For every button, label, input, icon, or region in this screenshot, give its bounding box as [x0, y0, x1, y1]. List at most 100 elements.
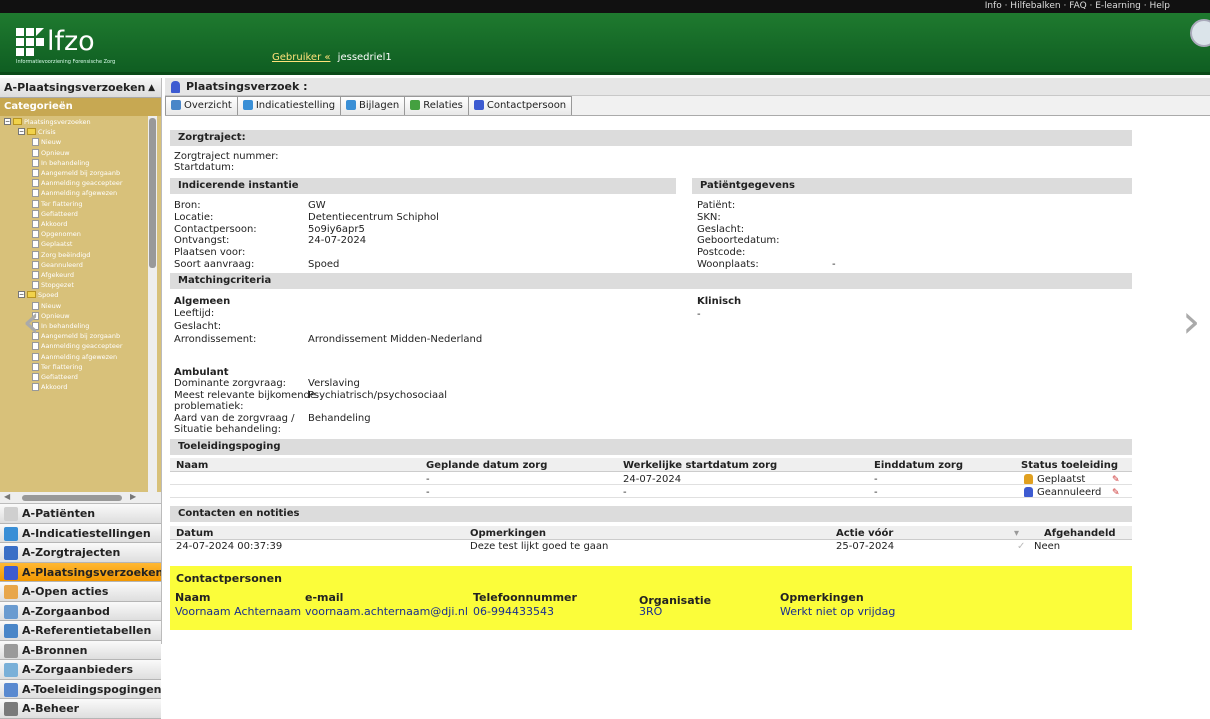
scroll-right-icon[interactable]: ▶: [130, 492, 136, 501]
startdatum-label: Startdatum:: [174, 162, 235, 173]
nav-item[interactable]: A-Toeleidingspogingen: [0, 679, 161, 699]
tree-node[interactable]: Akkoord: [32, 220, 67, 228]
nav-item[interactable]: A-Zorgtrajecten: [0, 543, 161, 563]
table-row[interactable]: [170, 485, 1132, 498]
expand-icon[interactable]: −: [4, 118, 11, 125]
tree-node[interactable]: Ter fiattering: [32, 199, 83, 208]
tree-node[interactable]: Stopgezet: [32, 281, 74, 290]
column-header: Telefoonnummer: [473, 591, 577, 604]
tree-horizontal-scrollbar[interactable]: ◀ ▶: [0, 492, 161, 504]
document-icon: [32, 373, 39, 381]
nav-item[interactable]: A-Plaatsingsverzoeken: [0, 562, 161, 582]
tree-node[interactable]: Aangemeld bij zorgaanb: [32, 332, 121, 341]
table-cell[interactable]: Voornaam Achternaam: [175, 605, 301, 618]
tree-node[interactable]: Aanmelding geaccepteer: [32, 342, 123, 351]
nav-item[interactable]: A-Indicatiestellingen: [0, 523, 161, 543]
column-header: Actie vóór: [836, 528, 894, 539]
tree-node[interactable]: Ter fiattering: [32, 362, 83, 371]
aard-label-1: Aard van de zorgvraag /: [174, 413, 295, 424]
nav-item-label: A-Open acties: [22, 585, 109, 598]
document-icon: [32, 169, 39, 177]
nav-item[interactable]: A-Referentietabellen: [0, 621, 161, 641]
expand-icon[interactable]: −: [18, 128, 25, 136]
column-header: Werkelijke startdatum zorg: [623, 460, 778, 471]
user-line: Gebruiker « jessedriel1: [272, 52, 392, 63]
nav-item[interactable]: A-Open acties: [0, 582, 161, 602]
tree-node[interactable]: Geplaatst: [32, 240, 72, 249]
column-header: e-mail: [305, 591, 344, 604]
document-icon: [32, 148, 39, 157]
tree-node-label: Opgenomen: [41, 230, 81, 239]
tab-item[interactable]: Overzicht: [165, 96, 238, 115]
section-indicerende-instantie: Indicerende instantie: [170, 178, 676, 194]
tab-item[interactable]: Bijlagen: [340, 96, 406, 115]
section-matchingcriteria: Matchingcriteria: [170, 273, 1132, 289]
nav-item-label: A-Plaatsingsverzoeken: [22, 565, 161, 579]
field-value: Spoed: [308, 259, 340, 270]
nav-item[interactable]: A-Bronnen: [0, 640, 161, 660]
tab-item[interactable]: Relaties: [404, 96, 469, 115]
tree-node[interactable]: Gefiatteerd: [32, 209, 78, 218]
nav-item[interactable]: A-Beheer: [0, 699, 161, 719]
table-cell: -: [874, 487, 878, 498]
indication-icon: [4, 526, 18, 541]
table-cell[interactable]: Werkt niet op vrijdag: [780, 605, 895, 618]
nav-item[interactable]: A-Zorgaanbieders: [0, 660, 161, 680]
user-link[interactable]: Gebruiker «: [272, 52, 330, 63]
column-header: Naam: [175, 591, 211, 604]
tree-node[interactable]: Zorg beëindigd: [32, 250, 90, 259]
tree-node[interactable]: Geannuleerd: [32, 260, 83, 269]
edit-icon[interactable]: ✎: [1112, 488, 1122, 498]
patient-icon: [4, 507, 18, 521]
tree-node[interactable]: Gefiatteerd: [32, 373, 78, 381]
tree-node-label: Plaatsingsverzoeken: [24, 118, 91, 126]
collapse-up-icon[interactable]: ▲: [148, 78, 155, 98]
next-arrow-icon[interactable]: ›: [1182, 298, 1200, 344]
tree-node-label: In behandeling: [41, 322, 90, 330]
tree-node[interactable]: Opgenomen: [32, 230, 81, 239]
tab-bar: Overzicht Indicatiestelling Bijlagen Relati…: [165, 96, 1210, 116]
tree-node-label: Stopgezet: [41, 281, 74, 290]
tree-node[interactable]: Aanmelding afgewezen: [32, 189, 117, 198]
tree-node[interactable]: − Crisis: [18, 128, 56, 136]
prev-arrow-icon[interactable]: ‹: [22, 298, 40, 344]
tree-node[interactable]: Aangemeld bij zorgaanb: [32, 169, 120, 177]
tab-item[interactable]: Contactpersoon: [467, 96, 573, 115]
table-cell: -: [623, 487, 627, 498]
document-icon: [32, 199, 39, 208]
tree-node[interactable]: Opnieuw: [32, 148, 70, 157]
help-bubble-icon[interactable]: [1190, 19, 1210, 47]
tree-node[interactable]: − Plaatsingsverzoeken: [4, 118, 91, 126]
tree-node[interactable]: Aanmelding geaccepteer: [32, 179, 123, 188]
table-cell[interactable]: voornaam.achternaam@dji.nl: [305, 605, 468, 618]
table-cell[interactable]: 3RO: [639, 605, 662, 618]
providers-icon: [4, 663, 18, 677]
geslacht-label: Geslacht:: [174, 321, 222, 332]
scroll-left-icon[interactable]: ◀: [4, 492, 10, 501]
scroll-thumb[interactable]: [149, 118, 156, 268]
field-label: Geboortedatum:: [697, 235, 780, 247]
table-cell[interactable]: 06-994433543: [473, 605, 554, 618]
nav-item-label: A-Indicatiestellingen: [22, 526, 151, 540]
tree-node[interactable]: Akkoord: [32, 383, 67, 392]
tree-node-label: Crisis: [38, 128, 56, 137]
tree-node[interactable]: In behandeling: [32, 158, 89, 167]
sort-icon[interactable]: ▾: [1014, 528, 1019, 539]
nav-item[interactable]: A-Zorgaanbod: [0, 601, 161, 621]
tree-node-label: Aangemeld bij zorgaanb: [41, 332, 121, 341]
tab-item[interactable]: Indicatiestelling: [236, 96, 342, 115]
tree-node[interactable]: In behandeling: [32, 322, 89, 330]
tree-vertical-scrollbar[interactable]: [148, 116, 157, 492]
tree-node[interactable]: Nieuw: [32, 138, 61, 147]
section-zorgtraject: Zorgtraject:: [170, 130, 1132, 146]
top-strip: Info · Hilfebalken · FAQ · E-learning · …: [0, 0, 1210, 13]
tree-node[interactable]: Afgekeurd: [32, 271, 74, 279]
table-cell: -: [426, 474, 430, 485]
app-logo[interactable]: lfzo Informatievoorziening Forensische Z…: [16, 28, 115, 65]
column-header: Status toeleiding: [1021, 460, 1118, 471]
edit-icon[interactable]: ✎: [1112, 475, 1122, 485]
tree-node[interactable]: Aanmelding afgewezen: [32, 352, 117, 361]
scroll-thumb[interactable]: [22, 495, 122, 501]
top-links[interactable]: Info · Hilfebalken · FAQ · E-learning · …: [985, 0, 1170, 13]
nav-item[interactable]: A-Patiënten: [0, 504, 161, 524]
